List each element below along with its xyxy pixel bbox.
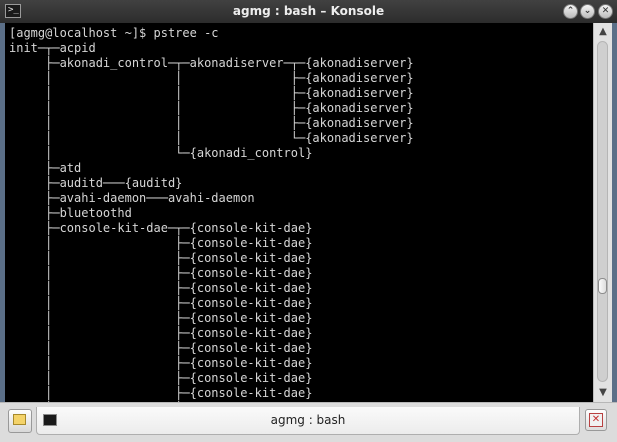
terminal-line: │ │ ├─{akonadiserver} [9,101,414,115]
terminal-line: │ ├─{console-kit-dae} [9,356,313,370]
new-tab-icon [13,414,26,425]
terminal-line: [agmg@localhost ~]$ pstree -c [9,26,219,40]
tab-label: agmg : bash [270,413,346,427]
terminal-line: ├─auditd───{auditd} [9,176,183,190]
tab-bar: agmg : bash ✕ [0,402,617,442]
close-tab-button[interactable]: ✕ [585,409,607,431]
new-tab-button[interactable] [8,409,32,433]
terminal-line: │ ├─{console-kit-dae} [9,266,313,280]
terminal-line: │ ├─{console-kit-dae} [9,296,313,310]
terminal-line: │ ├─{console-kit-dae} [9,236,313,250]
terminal-line: │ ├─{console-kit-dae} [9,311,313,325]
title-bar[interactable]: >_ agmg : bash – Konsole ⌃ ⌄ ✕ [0,0,617,23]
terminal-line: │ ├─{console-kit-dae} [9,251,313,265]
minimize-icon: ⌃ [566,6,575,16]
terminal-line: │ └─{akonadi_control} [9,146,313,160]
terminal-line: │ ├─{console-kit-dae} [9,326,313,340]
vertical-scrollbar[interactable]: ▲ ▼ [593,23,612,402]
terminal-line: │ ├─{console-kit-dae} [9,281,313,295]
scroll-thumb[interactable] [598,278,607,294]
close-button[interactable]: ✕ [598,4,613,19]
terminal-line: │ │ ├─{akonadiserver} [9,71,414,85]
terminal-line: ├─atd [9,161,82,175]
arrow-down-icon[interactable]: ▼ [596,386,610,400]
minimize-button[interactable]: ⌃ [563,4,578,19]
maximize-icon: ⌄ [583,6,592,16]
terminal-line: │ ├─{console-kit-dae} [9,341,313,355]
terminal-view[interactable]: [agmg@localhost ~]$ pstree -c init─┬─acp… [5,23,593,402]
arrow-up-icon[interactable]: ▲ [596,25,610,39]
terminal-output[interactable]: [agmg@localhost ~]$ pstree -c init─┬─acp… [9,26,414,402]
terminal-line: init─┬─acpid [9,41,96,55]
terminal-line: │ │ ├─{akonadiserver} [9,86,414,100]
tab-agmg-bash[interactable]: agmg : bash [36,407,580,435]
terminal-line: │ ├─{console-kit-dae} [9,371,313,385]
close-tab-icon: ✕ [589,413,603,427]
terminal-line: ├─avahi-daemon───avahi-daemon [9,191,255,205]
terminal-line: │ │ └─{akonadiserver} [9,131,414,145]
terminal-line: ├─console-kit-dae─┬─{console-kit-dae} [9,221,313,235]
close-icon: ✕ [601,6,610,16]
maximize-button[interactable]: ⌄ [580,4,595,19]
terminal-line: ├─bluetoothd [9,206,132,220]
konsole-window: >_ agmg : bash – Konsole ⌃ ⌄ ✕ [agmg@loc… [0,0,617,442]
terminal-line: │ │ ├─{akonadiserver} [9,116,414,130]
window-title: agmg : bash – Konsole [232,4,385,18]
terminal-line: │ ├─{console-kit-dae} [9,386,313,400]
terminal-line: ├─akonadi_control─┬─akonadiserver─┬─{ako… [9,56,414,70]
scroll-track[interactable] [597,41,608,382]
